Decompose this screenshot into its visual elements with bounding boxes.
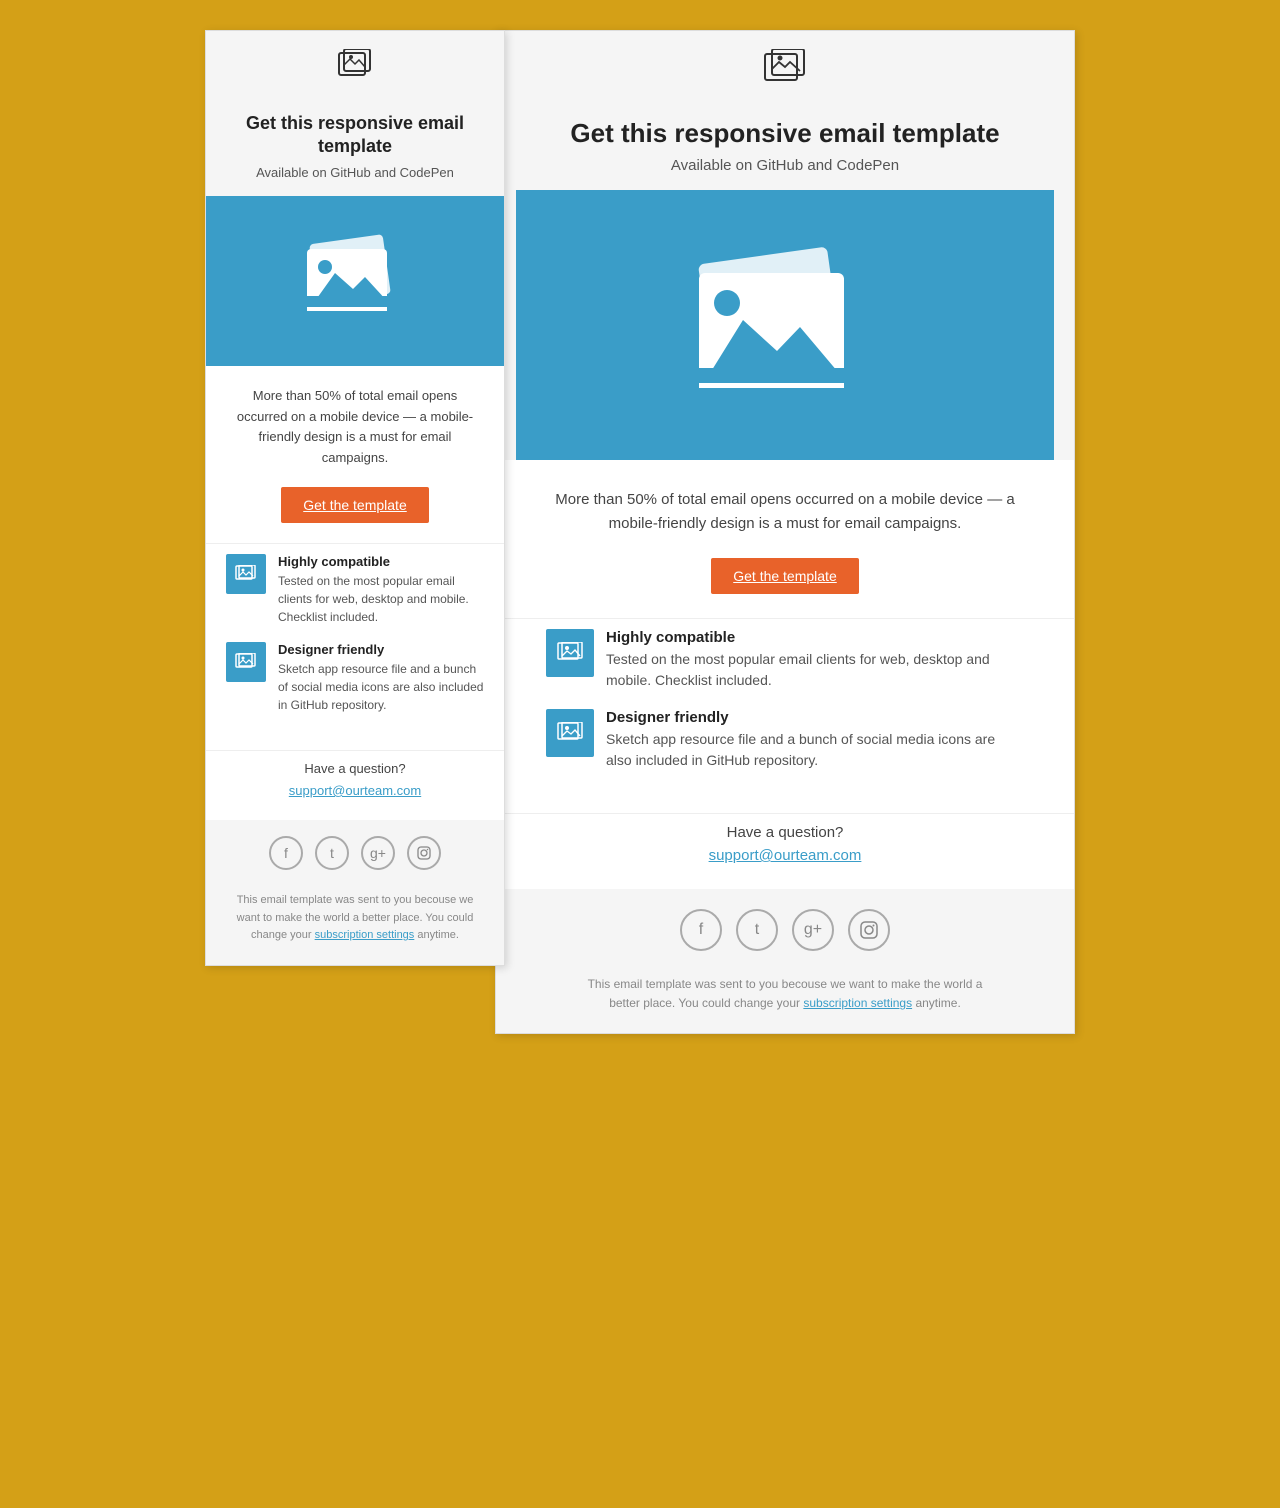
mobile-twitter-icon[interactable]: t <box>315 836 349 870</box>
desktop-top-bar <box>496 31 1074 108</box>
desktop-feature-1-text: Highly compatible Tested on the most pop… <box>606 629 1024 691</box>
mobile-top-bar <box>206 31 504 102</box>
desktop-feature-2-text: Designer friendly Sketch app resource fi… <box>606 709 1024 771</box>
page-wrapper: Get this responsive email template Avail… <box>205 20 1075 1034</box>
mobile-header: Get this responsive email template Avail… <box>206 102 504 196</box>
mobile-feature-2: Designer friendly Sketch app resource fi… <box>226 642 484 714</box>
mobile-footer-text: This email template was sent to you beco… <box>226 892 484 945</box>
mobile-cta-button[interactable]: Get the template <box>281 487 429 523</box>
desktop-main-text: More than 50% of total email opens occur… <box>546 488 1024 536</box>
desktop-googleplus-icon[interactable]: g+ <box>792 909 834 951</box>
mobile-email-card: Get this responsive email template Avail… <box>205 30 505 966</box>
mobile-facebook-icon[interactable]: f <box>269 836 303 870</box>
mobile-main-text: More than 50% of total email opens occur… <box>226 386 484 469</box>
mobile-footer: This email template was sent to you beco… <box>206 886 504 965</box>
mobile-body: More than 50% of total email opens occur… <box>206 366 504 543</box>
mobile-feature-1-icon <box>226 554 266 594</box>
desktop-features: Highly compatible Tested on the most pop… <box>496 618 1074 813</box>
desktop-feature-2: Designer friendly Sketch app resource fi… <box>546 709 1024 771</box>
desktop-subtitle: Available on GitHub and CodePen <box>536 157 1034 174</box>
mobile-title: Get this responsive email template <box>226 112 484 159</box>
desktop-header: Get this responsive email template Avail… <box>496 108 1074 190</box>
desktop-feature-1-icon <box>546 629 594 677</box>
desktop-title: Get this responsive email template <box>536 118 1034 149</box>
mobile-hero-image <box>206 196 504 366</box>
mobile-googleplus-icon[interactable]: g+ <box>361 836 395 870</box>
mobile-feature-2-icon <box>226 642 266 682</box>
mobile-features: Highly compatible Tested on the most pop… <box>206 543 504 750</box>
desktop-contact: Have a question? support@ourteam.com <box>496 813 1074 889</box>
mobile-hero-icon <box>295 231 415 331</box>
desktop-email-link[interactable]: support@ourteam.com <box>709 847 862 864</box>
desktop-cta-button[interactable]: Get the template <box>711 558 859 594</box>
mobile-subscription-link[interactable]: subscription settings <box>315 929 415 941</box>
top-image-icon <box>337 49 373 79</box>
desktop-facebook-icon[interactable]: f <box>680 909 722 951</box>
mobile-contact: Have a question? support@ourteam.com <box>206 750 504 820</box>
desktop-hero-image <box>516 190 1054 460</box>
mobile-feature-1: Highly compatible Tested on the most pop… <box>226 554 484 626</box>
desktop-body: More than 50% of total email opens occur… <box>496 460 1074 618</box>
desktop-social: f t g+ <box>496 889 1074 971</box>
mobile-instagram-icon[interactable] <box>407 836 441 870</box>
mobile-subtitle: Available on GitHub and CodePen <box>226 165 484 180</box>
desktop-footer-text: This email template was sent to you beco… <box>576 975 994 1013</box>
desktop-subscription-link[interactable]: subscription settings <box>803 996 912 1010</box>
mobile-social: f t g+ <box>206 820 504 886</box>
desktop-feature-2-icon <box>546 709 594 757</box>
mobile-email-link[interactable]: support@ourteam.com <box>289 783 421 798</box>
mobile-feature-2-text: Designer friendly Sketch app resource fi… <box>278 642 484 714</box>
desktop-top-image-icon <box>763 49 807 85</box>
desktop-footer: This email template was sent to you beco… <box>496 971 1074 1033</box>
desktop-hero-icon <box>685 245 885 405</box>
desktop-instagram-icon[interactable] <box>848 909 890 951</box>
desktop-email-card: Get this responsive email template Avail… <box>495 30 1075 1034</box>
mobile-feature-1-text: Highly compatible Tested on the most pop… <box>278 554 484 626</box>
desktop-twitter-icon[interactable]: t <box>736 909 778 951</box>
desktop-feature-1: Highly compatible Tested on the most pop… <box>546 629 1024 691</box>
